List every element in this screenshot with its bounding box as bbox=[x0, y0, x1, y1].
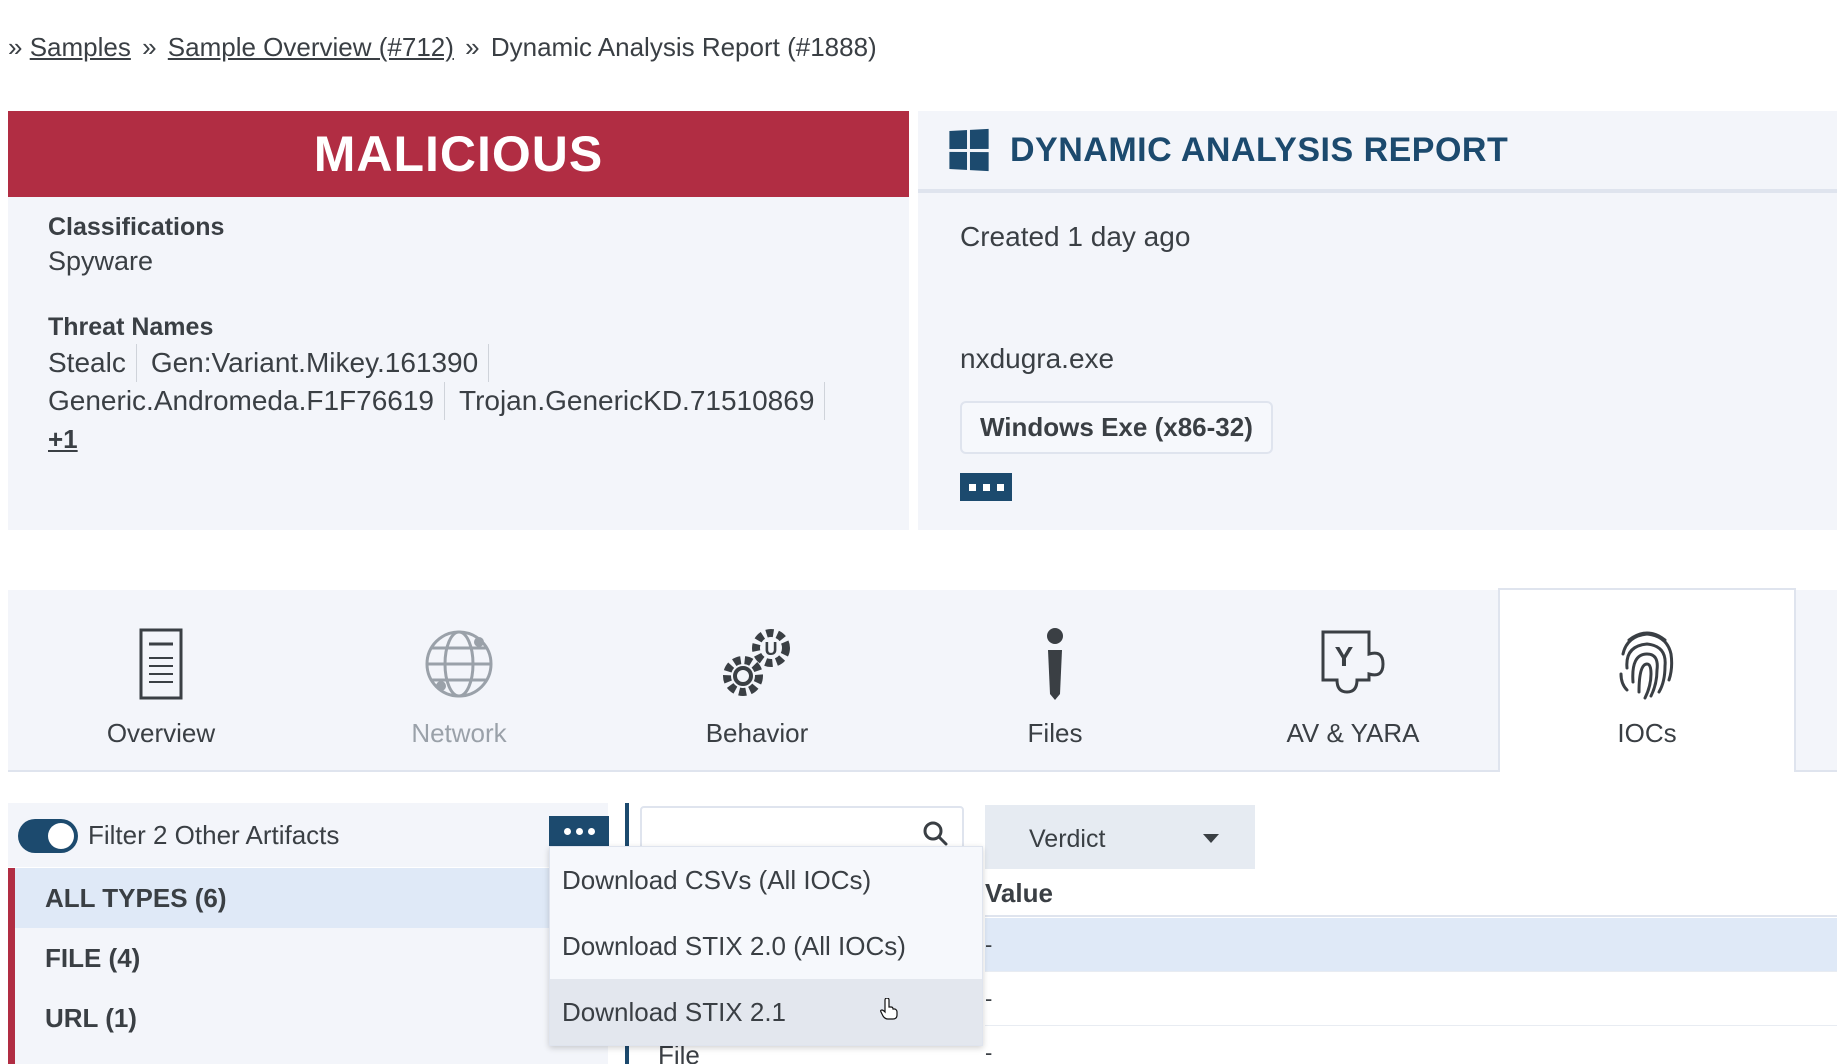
verdict-filter-select[interactable]: Verdict bbox=[985, 805, 1255, 869]
verdict-panel: MALICIOUS Classifications Spyware Threat… bbox=[8, 111, 909, 530]
yara-icon: Y bbox=[1321, 630, 1385, 694]
dot-icon bbox=[996, 483, 1004, 491]
breadcrumb-separator: » bbox=[465, 32, 480, 62]
caret-down-icon bbox=[1203, 834, 1219, 843]
dot-icon bbox=[587, 827, 595, 835]
svg-text:Y: Y bbox=[1335, 641, 1354, 672]
globe-icon bbox=[425, 630, 493, 698]
tab-label: IOCs bbox=[1617, 718, 1677, 748]
report-title: DYNAMIC ANALYSIS REPORT bbox=[1010, 130, 1509, 169]
ioc-more-options-button[interactable] bbox=[549, 816, 609, 846]
filter-artifacts-label: Filter 2 Other Artifacts bbox=[88, 820, 340, 850]
tab-behavior[interactable]: U Behavior bbox=[608, 590, 906, 772]
report-more-button[interactable] bbox=[960, 473, 1012, 501]
report-tabs: Overview Network U Behavior Files Y AV &… bbox=[8, 588, 1837, 772]
tab-label: AV & YARA bbox=[1286, 718, 1420, 748]
table-row[interactable]: - bbox=[985, 1026, 1837, 1064]
breadcrumb-prefix: » bbox=[8, 32, 23, 62]
tab-label: Files bbox=[1027, 718, 1083, 748]
download-stix20-menu-item[interactable]: Download STIX 2.0 (All IOCs) bbox=[550, 913, 982, 979]
hand-cursor-icon bbox=[880, 998, 898, 1020]
show-more-threat-names-link[interactable]: +1 bbox=[48, 424, 78, 454]
dot-icon bbox=[982, 483, 990, 491]
tab-av-yara[interactable]: Y AV & YARA bbox=[1204, 590, 1502, 772]
header-divider bbox=[985, 915, 1837, 917]
threat-name: Stealc bbox=[48, 344, 137, 382]
windows-icon bbox=[949, 128, 989, 172]
tab-files[interactable]: Files bbox=[906, 590, 1204, 772]
ioc-type-list: ALL TYPES (6) FILE (4) URL (1) bbox=[8, 868, 608, 1064]
dot-icon bbox=[968, 483, 976, 491]
fingerprint-icon bbox=[1619, 631, 1674, 700]
ioc-type-all[interactable]: ALL TYPES (6) bbox=[15, 868, 608, 928]
classifications-value: Spyware bbox=[48, 246, 154, 276]
tab-label: Network bbox=[411, 718, 507, 748]
download-menu: Download CSVs (All IOCs) Download STIX 2… bbox=[549, 846, 983, 1046]
artifact-filter-bar: Filter 2 Other Artifacts bbox=[8, 803, 608, 867]
ioc-type-url[interactable]: URL (1) bbox=[15, 988, 608, 1048]
download-csvs-menu-item[interactable]: Download CSVs (All IOCs) bbox=[550, 847, 982, 913]
tab-label: Behavior bbox=[705, 718, 809, 748]
download-stix21-menu-item[interactable]: Download STIX 2.1 bbox=[550, 979, 982, 1045]
breadcrumb-current: Dynamic Analysis Report (#1888) bbox=[490, 32, 877, 62]
tab-overview[interactable]: Overview bbox=[12, 590, 310, 772]
ioc-table: Value - - - bbox=[985, 870, 1837, 1064]
ioc-type-file[interactable]: FILE (4) bbox=[15, 928, 608, 988]
threat-names-section: Threat Names Stealc Gen:Variant.Mikey.161… bbox=[48, 313, 869, 458]
svg-text:U: U bbox=[765, 639, 778, 659]
gears-icon: U bbox=[723, 629, 790, 696]
breadcrumb-separator: » bbox=[142, 32, 157, 62]
classifications-label: Classifications bbox=[48, 213, 225, 241]
tab-label: Overview bbox=[106, 718, 216, 748]
report-header: DYNAMIC ANALYSIS REPORT bbox=[918, 111, 1837, 193]
breadcrumb: » Samples » Sample Overview (#712) » Dyn… bbox=[8, 32, 877, 63]
threat-name: Generic.Andromeda.F1F76619 bbox=[48, 382, 445, 420]
breadcrumb-link-sample-overview[interactable]: Sample Overview (#712) bbox=[168, 32, 454, 62]
threat-names-list: Stealc Gen:Variant.Mikey.161390 Generic.A… bbox=[48, 344, 848, 458]
created-time: Created 1 day ago bbox=[960, 221, 1191, 252]
dot-icon bbox=[575, 827, 583, 835]
table-row[interactable]: - bbox=[985, 918, 1837, 972]
column-header-value: Value bbox=[985, 878, 1053, 908]
threat-name: Gen:Variant.Mikey.161390 bbox=[151, 344, 490, 382]
search-icon bbox=[923, 821, 948, 846]
threat-names-label: Threat Names bbox=[48, 313, 214, 341]
verdict-details: Classifications Spyware Threat Names Ste… bbox=[8, 197, 909, 474]
dot-icon bbox=[563, 827, 571, 835]
file-type-badge: Windows Exe (x86-32) bbox=[960, 401, 1273, 454]
document-icon bbox=[139, 628, 183, 700]
table-row[interactable]: - bbox=[985, 972, 1837, 1026]
sample-filename: nxdugra.exe bbox=[960, 343, 1115, 374]
filter-artifacts-toggle[interactable] bbox=[18, 819, 78, 853]
tab-iocs[interactable]: IOCs bbox=[1498, 588, 1796, 772]
verdict-filter-label: Verdict bbox=[1029, 825, 1106, 853]
verdict-banner: MALICIOUS bbox=[8, 111, 909, 197]
report-panel: DYNAMIC ANALYSIS REPORT Created 1 day ag… bbox=[918, 111, 1837, 530]
breadcrumb-link-samples[interactable]: Samples bbox=[30, 32, 131, 62]
info-icon bbox=[1047, 628, 1063, 700]
threat-name: Trojan.GenericKD.71510869 bbox=[459, 382, 826, 420]
tab-network[interactable]: Network bbox=[310, 590, 608, 772]
